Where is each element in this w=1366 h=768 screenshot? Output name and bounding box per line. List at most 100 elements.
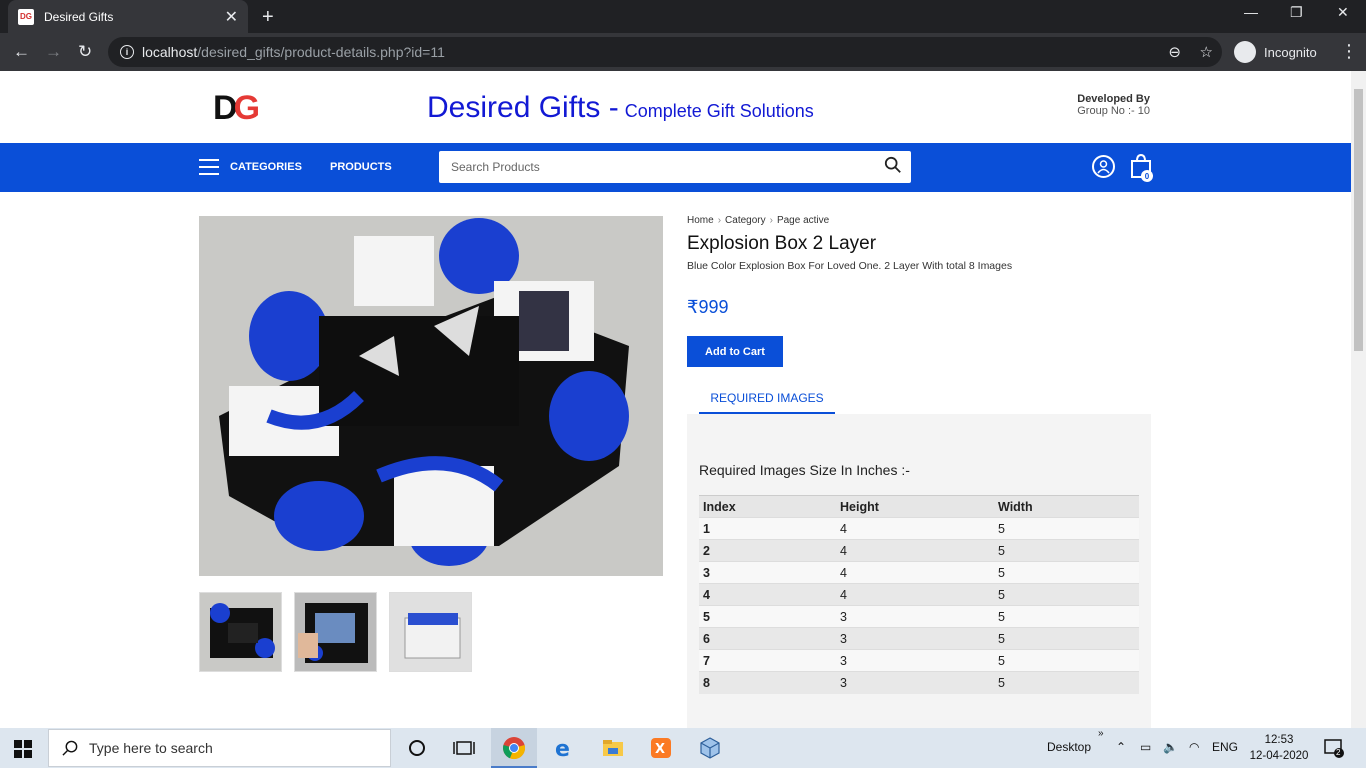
browser-toolbar: ← → ↻ i localhost /desired_gifts/product… — [0, 33, 1366, 71]
bookmark-star-icon[interactable]: ☆ — [1200, 43, 1213, 61]
wifi-icon[interactable]: ◠ — [1189, 740, 1199, 754]
sizes-heading: Required Images Size In Inches :- — [699, 462, 910, 478]
svg-text:X: X — [655, 742, 665, 757]
search-placeholder: Search Products — [451, 160, 540, 174]
breadcrumb-category[interactable]: Category — [725, 215, 766, 226]
cell-width: 5 — [994, 561, 1139, 584]
menu-kebab-icon[interactable]: ⋮ — [1340, 41, 1358, 62]
product-name: Explosion Box 2 Layer — [687, 233, 877, 254]
browser-tab-strip: DG Desired Gifts ✕ + — ❐ ✕ — [0, 0, 1366, 33]
battery-icon[interactable]: ▭ — [1140, 740, 1151, 754]
taskbar-search-input[interactable]: Type here to search — [48, 729, 391, 767]
product-thumbnail-2[interactable] — [294, 592, 377, 672]
table-row: 445 — [699, 583, 1139, 606]
cell-height: 4 — [836, 561, 994, 584]
cell-width: 5 — [994, 671, 1139, 694]
virtualbox-icon[interactable] — [698, 736, 722, 760]
chevron-double-icon[interactable]: » — [1098, 728, 1104, 739]
language-indicator[interactable]: ENG — [1212, 740, 1238, 754]
site-title-main: Desired Gifts - — [427, 91, 619, 124]
back-icon[interactable]: ← — [13, 42, 30, 62]
windows-start-icon[interactable] — [14, 740, 32, 758]
browser-tab[interactable]: DG Desired Gifts ✕ — [8, 0, 248, 33]
cell-index: 8 — [699, 671, 836, 694]
logo-letter-g: G — [233, 89, 261, 127]
user-account-icon[interactable] — [1092, 155, 1115, 178]
hamburger-menu-icon[interactable] — [199, 159, 219, 175]
taskbar-chrome-active[interactable] — [491, 728, 537, 768]
logo-letter-d: D — [213, 89, 237, 127]
developer-credit: Developed By Group No :- 10 — [1040, 93, 1150, 117]
zoom-icon[interactable]: ⊖ — [1168, 43, 1181, 61]
search-icon — [62, 740, 78, 756]
cell-index: 1 — [699, 517, 836, 540]
search-icon[interactable] — [884, 156, 902, 174]
incognito-indicator[interactable]: Incognito — [1234, 41, 1317, 63]
cell-index: 5 — [699, 605, 836, 628]
product-description: Blue Color Explosion Box For Loved One. … — [687, 260, 1013, 272]
cortana-icon[interactable] — [405, 736, 429, 760]
site-logo[interactable]: DG — [213, 89, 261, 128]
forward-icon[interactable]: → — [45, 42, 62, 62]
product-price: ₹999 — [687, 297, 729, 317]
cell-index: 2 — [699, 539, 836, 562]
file-explorer-icon[interactable] — [601, 736, 625, 760]
cell-index: 6 — [699, 627, 836, 650]
reload-icon[interactable]: ↻ — [78, 42, 92, 62]
page-scrollbar[interactable] — [1351, 71, 1366, 728]
site-favicon: DG — [18, 8, 34, 25]
table-row: 245 — [699, 539, 1139, 562]
notification-center-icon[interactable]: 2 — [1324, 738, 1344, 758]
page-content: DG Desired Gifts - Complete Gift Solution… — [0, 71, 1351, 728]
taskbar-search-placeholder: Type here to search — [89, 740, 213, 756]
url-path: /desired_gifts/product-details.php?id=11 — [197, 44, 445, 60]
close-window-icon[interactable]: ✕ — [1337, 4, 1349, 21]
nav-products[interactable]: PRODUCTS — [330, 161, 392, 173]
chevron-right-icon: › — [717, 215, 722, 226]
table-row: 145 — [699, 517, 1139, 540]
nav-categories[interactable]: CATEGORIES — [230, 161, 302, 173]
add-to-cart-button[interactable]: Add to Cart — [687, 336, 783, 367]
product-thumbnail-3[interactable] — [389, 592, 472, 672]
table-row: 635 — [699, 627, 1139, 650]
table-row: 535 — [699, 605, 1139, 628]
cell-width: 5 — [994, 649, 1139, 672]
volume-icon[interactable]: 🔈 — [1163, 740, 1178, 754]
search-input[interactable]: Search Products — [439, 151, 911, 183]
close-tab-icon[interactable]: ✕ — [225, 7, 238, 27]
breadcrumb: Home › Category › Page active — [687, 215, 829, 226]
minimize-icon[interactable]: — — [1244, 4, 1258, 20]
scrollbar-thumb[interactable] — [1354, 89, 1363, 351]
required-images-panel: Required Images Size In Inches :- Index … — [687, 414, 1151, 728]
cell-height: 3 — [836, 671, 994, 694]
tab-required-images[interactable]: REQUIRED IMAGES — [699, 384, 835, 414]
chevron-up-icon[interactable]: ⌃ — [1116, 740, 1126, 754]
table-row: 735 — [699, 649, 1139, 672]
svg-text:e: e — [555, 737, 570, 760]
breadcrumb-home[interactable]: Home — [687, 215, 714, 226]
site-title: Desired Gifts - Complete Gift Solutions — [427, 91, 814, 125]
xampp-icon[interactable]: X — [649, 736, 673, 760]
incognito-icon — [1234, 41, 1256, 63]
new-tab-icon[interactable]: + — [262, 6, 274, 29]
system-clock[interactable]: 12:53 12-04-2020 — [1248, 732, 1310, 764]
info-icon[interactable]: i — [120, 45, 134, 59]
cell-index: 4 — [699, 583, 836, 606]
product-thumbnail-1[interactable] — [199, 592, 282, 672]
table-row: 345 — [699, 561, 1139, 584]
group-label: Group No :- 10 — [1077, 105, 1150, 117]
table-header-row: Index Height Width — [699, 495, 1139, 518]
cell-height: 4 — [836, 583, 994, 606]
product-main-image — [199, 216, 663, 576]
breadcrumb-active: Page active — [776, 215, 830, 226]
desktop-toolbar-label[interactable]: Desktop — [1047, 740, 1091, 754]
chevron-right-icon: › — [769, 215, 773, 226]
clock-time: 12:53 — [1264, 734, 1294, 746]
edge-icon[interactable]: e — [552, 736, 576, 760]
cell-height: 3 — [836, 627, 994, 650]
restore-icon[interactable]: ❐ — [1290, 4, 1303, 21]
task-view-icon[interactable] — [452, 736, 476, 760]
cell-height: 3 — [836, 649, 994, 672]
address-bar[interactable]: i localhost /desired_gifts/product-detai… — [108, 37, 1222, 67]
image-sizes-table: Index Height Width 145 245 345 445 535 6… — [699, 495, 1139, 694]
